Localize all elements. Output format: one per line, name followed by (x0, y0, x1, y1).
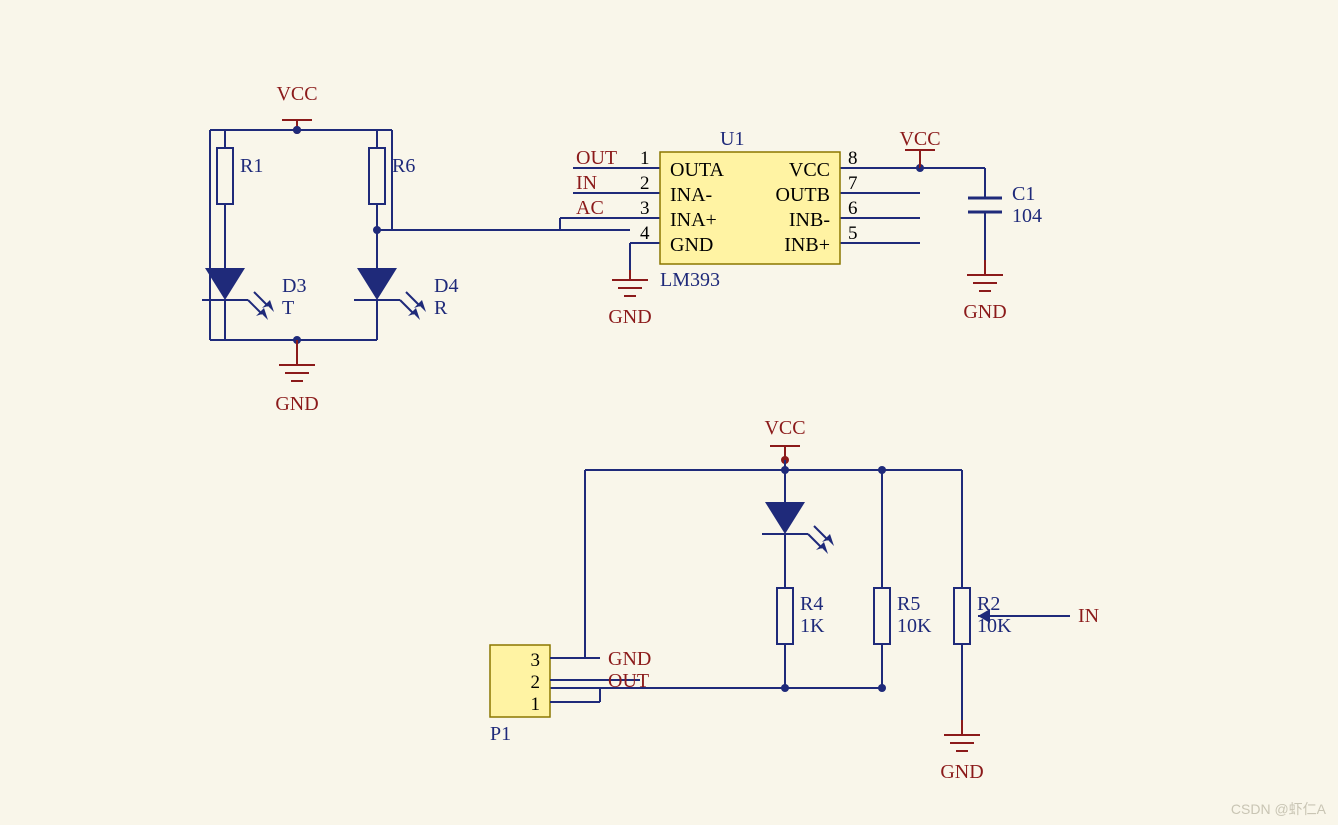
p1-net-gnd: GND (608, 648, 651, 670)
d4-ref: D4 (434, 275, 458, 297)
u1-ref: U1 (720, 128, 744, 150)
r5-val: 10K (897, 615, 932, 637)
vcc-label-bot: VCC (764, 417, 805, 439)
watermark: CSDN @虾仁A (1231, 799, 1326, 819)
p1-ref: P1 (490, 723, 511, 745)
potentiometer-r2: R2 10K IN (954, 588, 1099, 720)
r6-label: R6 (392, 155, 415, 177)
pin-outb: OUTB (776, 184, 830, 206)
net-ac: AC (576, 197, 604, 219)
pin-inb-: INB- (789, 209, 830, 231)
d3-ref: D3 (282, 275, 306, 297)
vcc-bottom: VCC (764, 417, 805, 464)
capacitor-c1: C1 104 (968, 183, 1042, 260)
pin-7-num: 7 (848, 173, 858, 194)
pin-ina+: INA+ (670, 209, 717, 231)
pin-ina-: INA- (670, 184, 712, 206)
r4-val: 1K (800, 615, 825, 637)
p1-pin1: 1 (531, 694, 541, 715)
led-d3: D3 T (202, 230, 306, 340)
r1-label: R1 (240, 155, 263, 177)
r4-ref: R4 (800, 593, 823, 615)
r5-ref: R5 (897, 593, 920, 615)
gnd-c1: GND (963, 260, 1006, 323)
pin-6-num: 6 (848, 198, 858, 219)
resistor-r4: R4 1K (777, 588, 825, 688)
gnd-label-u1: GND (608, 306, 651, 328)
p1-net-out: OUT (608, 670, 649, 692)
bottom-block: VCC R4 1K R5 10K R2 10K (490, 417, 1099, 783)
net-in: IN (576, 172, 597, 194)
c1-ref: C1 (1012, 183, 1035, 205)
resistor-r5: R5 10K (874, 588, 932, 688)
resistor-r1: R1 (217, 148, 263, 230)
net-out: OUT (576, 147, 617, 169)
ic-u1: 1 2 3 4 8 7 6 5 OUTA INA- INA+ GND VCC O… (573, 128, 920, 291)
pin-3-num: 3 (640, 198, 650, 219)
c1-val: 104 (1012, 205, 1042, 227)
gnd-label-r2: GND (940, 761, 983, 783)
vcc-label: VCC (276, 83, 317, 105)
u1-part: LM393 (660, 269, 720, 291)
gnd-top-left: GND (275, 340, 318, 415)
p1-pin2: 2 (531, 672, 541, 693)
led-d4: D4 R (354, 230, 458, 340)
pin-5-num: 5 (848, 223, 858, 244)
pin-vcc: VCC (789, 159, 830, 181)
gnd-u1: GND (608, 243, 651, 328)
schematic-canvas: VCC R1 R6 D3 (0, 0, 1338, 825)
top-left-block: VCC R1 R6 D3 (202, 83, 458, 415)
led-bottom (762, 502, 834, 554)
pin-inb+: INB+ (784, 234, 830, 256)
pin-outa: OUTA (670, 159, 725, 181)
pin-2-num: 2 (640, 173, 650, 194)
pin-gnd: GND (670, 234, 713, 256)
d4-val: R (434, 297, 448, 319)
d3-val: T (282, 297, 294, 319)
pin-1-num: 1 (640, 148, 650, 169)
p1-pin3: 3 (531, 650, 541, 671)
pin-8-num: 8 (848, 148, 858, 169)
net-in-bot: IN (1078, 605, 1099, 627)
gnd-r2: GND (940, 720, 983, 783)
vcc-u1: VCC (899, 128, 940, 172)
gnd-label-c1: GND (963, 301, 1006, 323)
connector-p1: 3 2 1 P1 GND OUT (490, 645, 651, 745)
gnd-label-tl: GND (275, 393, 318, 415)
vcc-label-u1: VCC (899, 128, 940, 150)
pin-4-num: 4 (640, 223, 650, 244)
